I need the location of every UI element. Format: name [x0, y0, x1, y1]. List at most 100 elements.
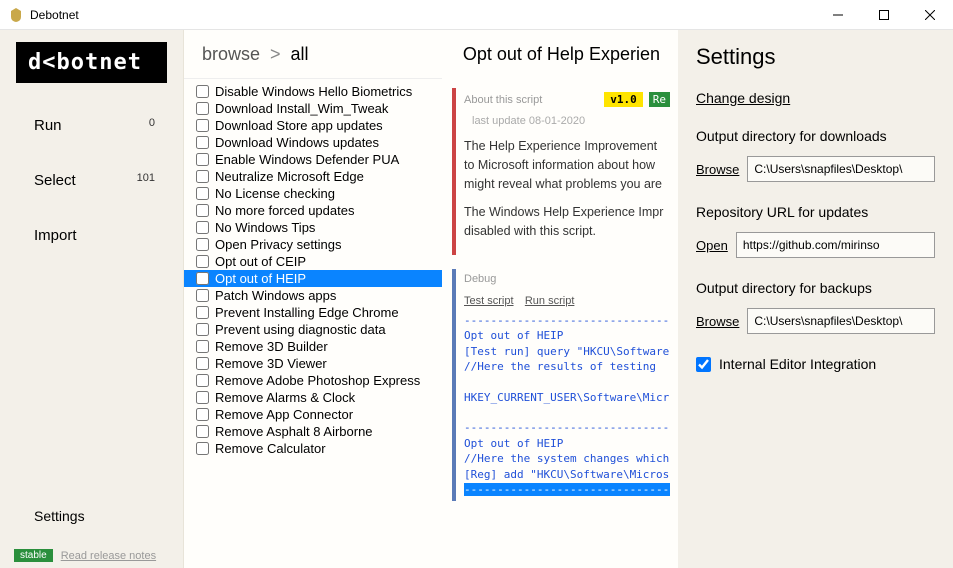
- script-checkbox[interactable]: [196, 289, 209, 302]
- script-label: Open Privacy settings: [215, 237, 341, 252]
- list-item[interactable]: Neutralize Microsoft Edge: [184, 168, 442, 185]
- about-label: About this script: [464, 94, 542, 106]
- script-checkbox[interactable]: [196, 119, 209, 132]
- list-item[interactable]: Download Windows updates: [184, 134, 442, 151]
- script-checkbox[interactable]: [196, 272, 209, 285]
- list-item[interactable]: Opt out of HEIP: [184, 270, 442, 287]
- editor-integration-checkbox[interactable]: [696, 357, 711, 372]
- debug-console[interactable]: -------------------------------- Opt out…: [464, 313, 670, 498]
- script-checkbox[interactable]: [196, 255, 209, 268]
- logo: d<botnet: [16, 42, 167, 83]
- list-item[interactable]: Remove 3D Viewer: [184, 355, 442, 372]
- list-item[interactable]: Patch Windows apps: [184, 287, 442, 304]
- script-checkbox[interactable]: [196, 374, 209, 387]
- script-checkbox[interactable]: [196, 221, 209, 234]
- list-item[interactable]: No Windows Tips: [184, 219, 442, 236]
- open-repo-link[interactable]: Open: [696, 238, 728, 253]
- last-update: last update 08-01-2020: [464, 115, 670, 127]
- maximize-button[interactable]: [861, 0, 907, 30]
- main-panel: browse > all Opt out of Help Experien Di…: [183, 30, 678, 568]
- editor-integration-row[interactable]: Internal Editor Integration: [696, 356, 935, 372]
- browse-bk-link[interactable]: Browse: [696, 314, 739, 329]
- list-item[interactable]: Remove Asphalt 8 Airborne: [184, 423, 442, 440]
- script-list[interactable]: Disable Windows Hello Biometrics Download…: [184, 79, 442, 568]
- about-text-2: The Windows Help Experience Impr disable…: [464, 203, 670, 241]
- sidebar-count: 101: [137, 172, 155, 189]
- change-design-link[interactable]: Change design: [696, 90, 790, 106]
- script-checkbox[interactable]: [196, 238, 209, 251]
- script-checkbox[interactable]: [196, 340, 209, 353]
- release-notes-link[interactable]: Read release notes: [61, 550, 156, 562]
- list-item[interactable]: Open Privacy settings: [184, 236, 442, 253]
- sidebar-label: Import: [34, 227, 77, 244]
- script-label: Disable Windows Hello Biometrics: [215, 84, 412, 99]
- sidebar-label: Run: [34, 117, 62, 134]
- window-title: Debotnet: [30, 8, 815, 22]
- script-checkbox[interactable]: [196, 357, 209, 370]
- script-label: Download Install_Wim_Tweak: [215, 101, 388, 116]
- script-checkbox[interactable]: [196, 323, 209, 336]
- script-checkbox[interactable]: [196, 425, 209, 438]
- script-checkbox[interactable]: [196, 102, 209, 115]
- list-item[interactable]: Prevent using diagnostic data: [184, 321, 442, 338]
- about-text-1: The Help Experience Improvement to Micro…: [464, 137, 670, 193]
- list-item[interactable]: Remove 3D Builder: [184, 338, 442, 355]
- run-script-link[interactable]: Run script: [525, 295, 575, 307]
- script-checkbox[interactable]: [196, 391, 209, 404]
- script-checkbox[interactable]: [196, 442, 209, 455]
- script-label: Download Store app updates: [215, 118, 383, 133]
- script-label: Remove 3D Viewer: [215, 356, 327, 371]
- list-item[interactable]: Remove Alarms & Clock: [184, 389, 442, 406]
- script-label: No License checking: [215, 186, 335, 201]
- sidebar-item-run[interactable]: Run 0: [4, 107, 179, 144]
- list-item[interactable]: Download Store app updates: [184, 117, 442, 134]
- script-checkbox[interactable]: [196, 85, 209, 98]
- script-label: Remove Calculator: [215, 441, 326, 456]
- script-label: Remove Asphalt 8 Airborne: [215, 424, 373, 439]
- sidebar-item-select[interactable]: Select 101: [4, 162, 179, 199]
- list-item[interactable]: No more forced updates: [184, 202, 442, 219]
- script-checkbox[interactable]: [196, 170, 209, 183]
- browse-dl-link[interactable]: Browse: [696, 162, 739, 177]
- list-item[interactable]: Remove Calculator: [184, 440, 442, 457]
- script-checkbox[interactable]: [196, 408, 209, 421]
- script-label: No Windows Tips: [215, 220, 315, 235]
- script-checkbox[interactable]: [196, 153, 209, 166]
- repo-input[interactable]: [736, 232, 935, 258]
- script-checkbox[interactable]: [196, 306, 209, 319]
- script-label: Remove 3D Builder: [215, 339, 328, 354]
- editor-integration-label: Internal Editor Integration: [719, 356, 876, 372]
- list-item[interactable]: Remove App Connector: [184, 406, 442, 423]
- list-item[interactable]: Download Install_Wim_Tweak: [184, 100, 442, 117]
- breadcrumb-current: all: [291, 44, 309, 65]
- script-checkbox[interactable]: [196, 204, 209, 217]
- sidebar-item-settings[interactable]: Settings: [4, 496, 179, 536]
- sidebar-count: 0: [149, 117, 155, 134]
- close-button[interactable]: [907, 0, 953, 30]
- list-item[interactable]: Prevent Installing Edge Chrome: [184, 304, 442, 321]
- list-item[interactable]: Remove Adobe Photoshop Express: [184, 372, 442, 389]
- output-bk-input[interactable]: [747, 308, 935, 334]
- script-checkbox[interactable]: [196, 187, 209, 200]
- script-checkbox[interactable]: [196, 136, 209, 149]
- about-panel: About this script v1.0 Re last update 08…: [452, 88, 678, 255]
- output-bk-label: Output directory for backups: [696, 280, 935, 296]
- list-item[interactable]: Enable Windows Defender PUA: [184, 151, 442, 168]
- chevron-right-icon: >: [270, 44, 281, 65]
- breadcrumb-root[interactable]: browse: [202, 44, 260, 65]
- script-label: Remove App Connector: [215, 407, 353, 422]
- output-dl-input[interactable]: [747, 156, 935, 182]
- breadcrumb-bar: browse > all Opt out of Help Experien: [184, 30, 678, 78]
- list-item[interactable]: Disable Windows Hello Biometrics: [184, 83, 442, 100]
- script-label: Download Windows updates: [215, 135, 379, 150]
- test-script-link[interactable]: Test script: [464, 295, 514, 307]
- re-badge: Re: [649, 92, 670, 107]
- script-label: Prevent Installing Edge Chrome: [215, 305, 399, 320]
- sidebar-item-import[interactable]: Import: [4, 217, 179, 254]
- minimize-button[interactable]: [815, 0, 861, 30]
- list-item[interactable]: Opt out of CEIP: [184, 253, 442, 270]
- titlebar: Debotnet: [0, 0, 953, 30]
- list-item[interactable]: No License checking: [184, 185, 442, 202]
- stable-badge: stable: [14, 549, 53, 562]
- debug-label: Debug: [464, 273, 496, 285]
